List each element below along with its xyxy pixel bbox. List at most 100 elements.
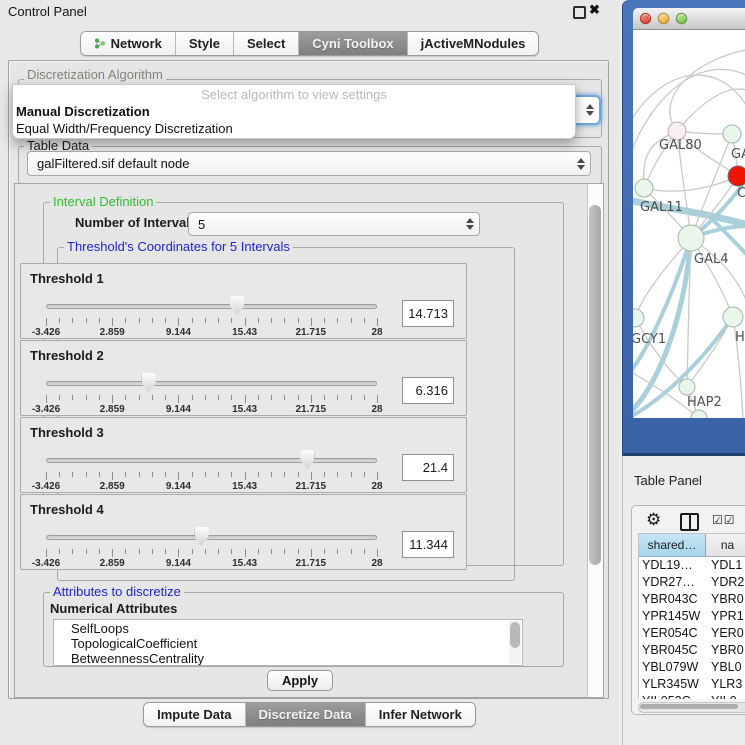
table-row[interactable]: YER054CYER0 (639, 625, 745, 642)
network-canvas[interactable]: GAL80GACGAL11GAL4GCY1HHAP2 (633, 30, 745, 418)
tick-mark (364, 395, 365, 400)
attribute-item-topologicalcoefficient[interactable]: TopologicalCoefficient (71, 636, 522, 651)
network-node[interactable] (635, 179, 653, 197)
tick-mark (284, 395, 285, 400)
slider-thumb-icon[interactable] (142, 373, 156, 392)
number-of-intervals-combobox[interactable]: 5 (188, 212, 480, 236)
table-row[interactable]: YBL079WYBL0 (639, 659, 745, 676)
tick-mark (46, 318, 47, 326)
node-label-hap2: HAP2 (687, 395, 722, 410)
attribute-item-betweennesscentrality[interactable]: BetweennessCentrality (71, 651, 522, 666)
control-tab-cyni-toolbox[interactable]: Cyni Toolbox (298, 32, 406, 55)
network-node[interactable] (678, 225, 704, 251)
control-tab-jactivemnodules[interactable]: jActiveMNodules (407, 32, 539, 55)
algorithm-option-manual-discretization[interactable]: Manual Discretization (13, 103, 575, 120)
cell-name: YDL1 (706, 557, 742, 574)
network-window-titlebar[interactable] (633, 8, 745, 30)
zoom-traffic-light-icon[interactable] (676, 13, 687, 24)
network-node[interactable] (633, 309, 644, 327)
table-row[interactable]: YPR145WYPR1 (639, 608, 745, 625)
cyni-tab-infer-network[interactable]: Infer Network (365, 703, 475, 726)
tick-mark (125, 472, 126, 477)
close-icon[interactable]: ✖ (589, 2, 600, 18)
table-horizontal-scrollbar[interactable] (638, 702, 745, 713)
tick-mark (364, 549, 365, 554)
tick-mark (165, 318, 166, 323)
slider-track[interactable] (46, 458, 377, 463)
tick-mark (337, 318, 338, 323)
slider-thumb-icon[interactable] (230, 296, 244, 315)
column-header-shared-name[interactable]: shared… (639, 534, 706, 557)
tick-label: 9.144 (166, 404, 191, 415)
algorithm-option-equal-width-frequency-discretization[interactable]: Equal Width/Frequency Discretization (13, 120, 575, 137)
table-panel-box: ⚙ ☑☑ shared… na YDL19…YDL1YDR27…YDR2YBR0… (631, 505, 745, 715)
cyni-tab-impute-data[interactable]: Impute Data (144, 703, 244, 726)
slider-track[interactable] (46, 304, 377, 309)
table-data-combobox-value: galFiltered.sif default node (37, 156, 189, 171)
tick-mark (364, 318, 365, 323)
slider-track[interactable] (46, 381, 377, 386)
cell-shared-name: YER054C (639, 625, 706, 642)
float-window-icon[interactable] (573, 6, 586, 19)
network-node[interactable] (679, 379, 695, 395)
network-node[interactable] (691, 410, 707, 418)
slider-thumb-icon[interactable] (195, 527, 209, 546)
table-row[interactable]: YLR345WYLR3 (639, 676, 745, 693)
network-node[interactable] (723, 125, 741, 143)
slider-tick-labels: -3.4262.8599.14415.4321.71528 (46, 558, 377, 569)
column-layout-icon[interactable] (680, 513, 699, 531)
threshold-value-field[interactable]: 14.713 (402, 300, 454, 327)
settings-scrollbar[interactable] (587, 184, 603, 697)
table-row[interactable]: YIL053CYIL0 (639, 693, 745, 699)
tick-label: 21.715 (296, 404, 327, 415)
network-node[interactable] (723, 307, 743, 327)
threshold-value-field[interactable]: 21.4 (402, 454, 454, 481)
slider-thumb-icon[interactable] (300, 450, 314, 469)
algorithm-combobox[interactable] (574, 95, 601, 125)
column-header-name[interactable]: na (706, 534, 745, 557)
numerical-attributes-list[interactable]: SelfLoopsTopologicalCoefficientBetweenne… (53, 619, 523, 666)
cell-shared-name: YIL053C (639, 693, 706, 699)
control-tab-style[interactable]: Style (175, 32, 233, 55)
node-label-gal80: GAL80 (659, 138, 702, 153)
attribute-item-selfloops[interactable]: SelfLoops (71, 621, 522, 636)
control-tab-select[interactable]: Select (233, 32, 298, 55)
cyni-tab-discretize-data[interactable]: Discretize Data (245, 703, 365, 726)
tick-mark (205, 318, 206, 323)
slider-rail[interactable]: -3.4262.8599.14415.4321.71528 (46, 295, 377, 337)
list-scrollbar-thumb[interactable] (510, 622, 520, 648)
table-horizontal-scrollbar-thumb[interactable] (640, 704, 738, 709)
slider-track[interactable] (46, 535, 377, 540)
select-columns-icon[interactable]: ☑☑ (712, 513, 736, 527)
minimize-traffic-light-icon[interactable] (658, 13, 669, 24)
cell-name: YLR3 (706, 676, 742, 693)
tick-mark (125, 549, 126, 554)
gear-icon[interactable]: ⚙ (646, 510, 661, 530)
apply-button[interactable]: Apply (267, 670, 333, 691)
tick-mark (218, 549, 219, 554)
slider-rail[interactable]: -3.4262.8599.14415.4321.71528 (46, 526, 377, 568)
network-node[interactable] (728, 166, 745, 186)
table-data-combobox[interactable]: galFiltered.sif default node (27, 151, 591, 176)
control-panel-window: Control Panel ✖ NetworkStyleSelectCyni T… (0, 0, 620, 745)
table-row[interactable]: YBR043CYBR0 (639, 591, 745, 608)
table-row[interactable]: YBR045CYBR0 (639, 642, 745, 659)
settings-scrollbar-thumb[interactable] (589, 205, 601, 565)
settings-scroll-area: Interval Definition Number of Intervals … (14, 183, 604, 698)
slider-rail[interactable]: -3.4262.8599.14415.4321.71528 (46, 372, 377, 414)
table-row[interactable]: YDR27…YDR2 (639, 574, 745, 591)
tick-mark (139, 549, 140, 554)
slider-rail[interactable]: -3.4262.8599.14415.4321.71528 (46, 449, 377, 491)
close-traffic-light-icon[interactable] (640, 13, 651, 24)
threshold-value-field[interactable]: 6.316 (402, 377, 454, 404)
cell-shared-name: YDL19… (639, 557, 706, 574)
control-tab-network[interactable]: Network (81, 32, 175, 55)
threshold-value-field[interactable]: 11.344 (402, 531, 454, 558)
slider-ticks (46, 395, 377, 403)
right-panel: GAL80GACGAL11GAL4GCY1HHAP2 Table Panel ⚙… (619, 0, 745, 745)
tick-mark (245, 318, 246, 326)
list-scrollbar[interactable] (509, 621, 521, 664)
slider-tick-labels: -3.4262.8599.14415.4321.71528 (46, 327, 377, 338)
table-row[interactable]: YDL19…YDL1 (639, 557, 745, 574)
tick-mark (59, 472, 60, 477)
